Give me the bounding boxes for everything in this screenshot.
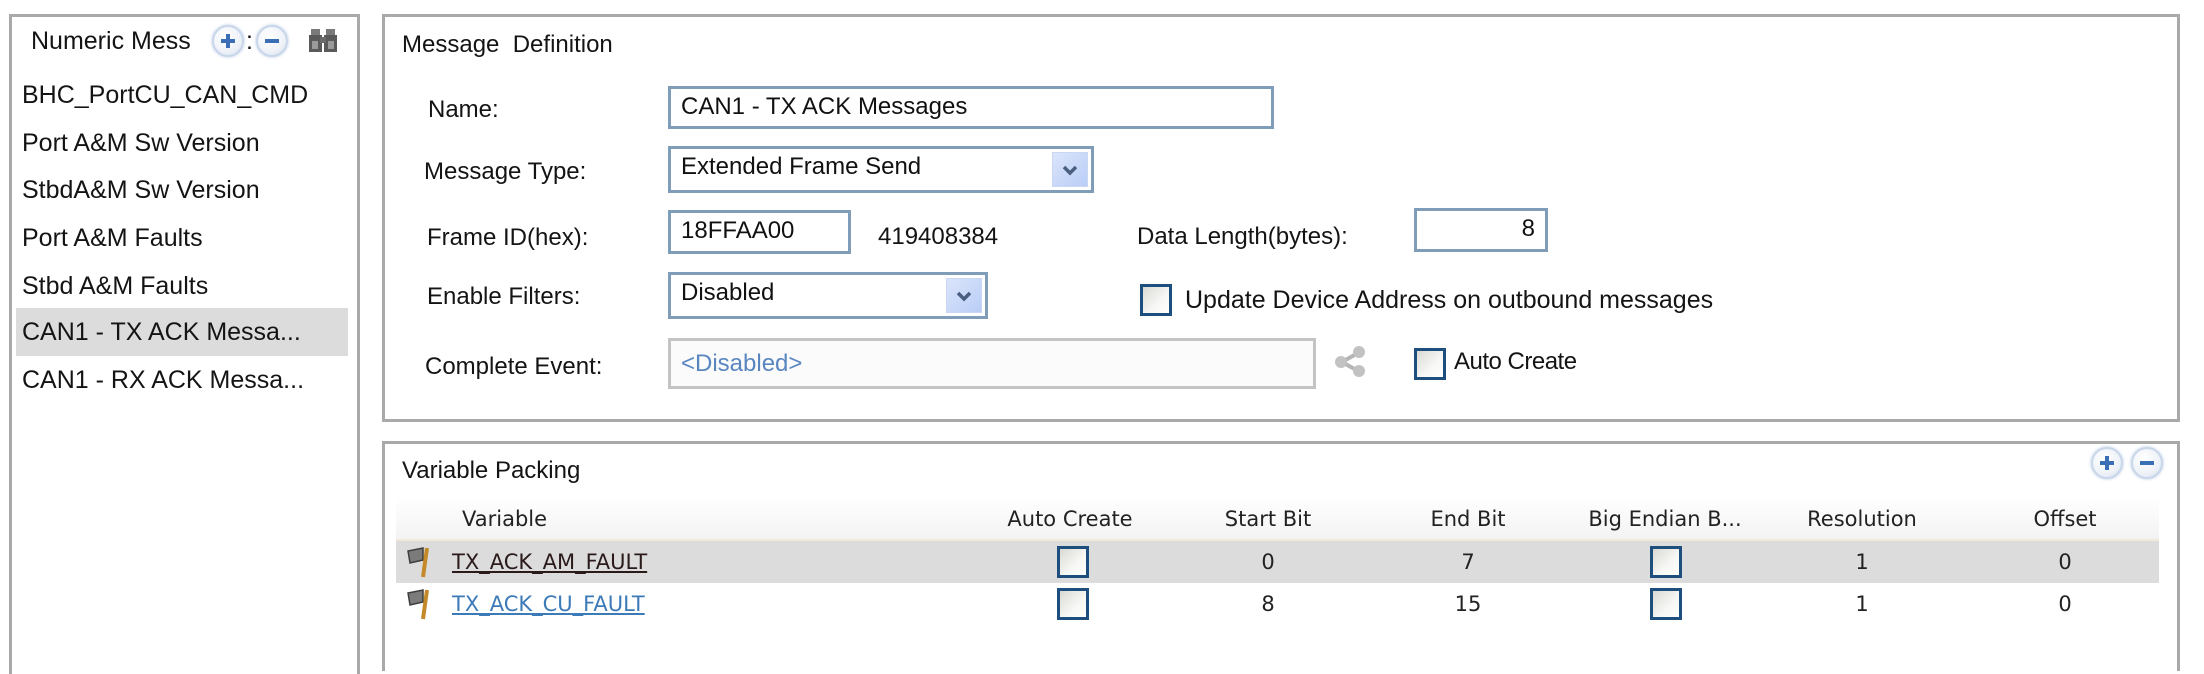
complete-event-label: Complete Event: <box>425 353 603 380</box>
message-list-header: Numeric Mess <box>31 27 191 55</box>
plus-icon <box>221 34 235 48</box>
message-type-dropdown-button[interactable] <box>1052 152 1088 187</box>
frame-id-input[interactable]: 18FFAA00 <box>668 210 851 254</box>
add-message-button[interactable] <box>212 25 244 57</box>
find-message-button[interactable] <box>308 25 338 55</box>
message-list-item[interactable]: BHC_PortCU_CAN_CMD <box>16 71 348 119</box>
column-header-resolution[interactable]: Resolution <box>1772 497 1952 541</box>
auto-create-event-label: Auto Create <box>1454 348 1577 375</box>
enable-filters-select[interactable]: Disabled <box>668 272 988 319</box>
message-type-label: Message Type: <box>424 158 587 185</box>
enable-filters-value: Disabled <box>681 279 775 306</box>
message-list-item-selected[interactable]: CAN1 - TX ACK Messa... <box>16 308 348 356</box>
end-bit-cell[interactable]: 15 <box>1378 583 1558 625</box>
start-bit-cell[interactable]: 8 <box>1178 583 1358 625</box>
start-bit-cell[interactable]: 0 <box>1178 541 1358 583</box>
share-icon <box>1335 346 1365 377</box>
data-length-label: Data Length(bytes): <box>1137 223 1348 250</box>
big-endian-checkbox[interactable] <box>1650 588 1682 620</box>
offset-cell[interactable]: 0 <box>1975 583 2155 625</box>
name-input[interactable]: CAN1 - TX ACK Messages <box>668 86 1274 129</box>
column-header-end-bit[interactable]: End Bit <box>1378 497 1558 541</box>
message-list-item[interactable]: Stbd A&M Faults <box>16 262 348 310</box>
message-list-item[interactable]: CAN1 - RX ACK Messa... <box>16 356 348 404</box>
resolution-cell[interactable]: 1 <box>1772 541 1952 583</box>
message-definition-title: Message Definition <box>402 31 613 58</box>
variable-packing-title: Variable Packing <box>402 457 581 484</box>
minus-icon <box>2140 461 2154 465</box>
update-device-address-label: Update Device Address on outbound messag… <box>1185 286 1714 314</box>
enable-filters-dropdown-button[interactable] <box>946 278 982 313</box>
column-header-offset[interactable]: Offset <box>1975 497 2155 541</box>
frame-id-label: Frame ID(hex): <box>427 224 589 251</box>
auto-create-checkbox[interactable] <box>1057 588 1089 620</box>
message-list-item[interactable]: Port A&M Sw Version <box>16 119 348 167</box>
name-label: Name: <box>428 96 499 123</box>
add-variable-button[interactable] <box>2091 447 2123 479</box>
variable-link[interactable]: TX_ACK_CU_FAULT <box>452 583 645 625</box>
offset-cell[interactable]: 0 <box>1975 541 2155 583</box>
message-type-value: Extended Frame Send <box>681 153 922 180</box>
complete-event-link-button[interactable] <box>1334 345 1366 378</box>
enable-filters-label: Enable Filters: <box>427 283 581 310</box>
message-list-header-sep: : <box>246 27 253 55</box>
data-length-input[interactable]: 8 <box>1414 208 1548 252</box>
column-header-big-endian[interactable]: Big Endian B... <box>1565 497 1765 541</box>
auto-create-checkbox[interactable] <box>1057 546 1089 578</box>
minus-icon <box>265 39 279 43</box>
remove-message-button[interactable] <box>256 25 288 57</box>
remove-variable-button[interactable] <box>2131 447 2163 479</box>
chevron-down-icon <box>956 291 972 301</box>
chevron-down-icon <box>1062 165 1078 175</box>
flag-icon <box>407 589 429 620</box>
message-type-select[interactable]: Extended Frame Send <box>668 146 1094 193</box>
auto-create-event-checkbox[interactable] <box>1414 348 1446 380</box>
complete-event-input[interactable]: <Disabled> <box>668 338 1316 389</box>
message-list-item[interactable]: Port A&M Faults <box>16 214 348 262</box>
column-header-auto-create[interactable]: Auto Create <box>980 497 1160 541</box>
end-bit-cell[interactable]: 7 <box>1378 541 1558 583</box>
binoculars-icon <box>309 29 337 52</box>
plus-icon <box>2100 456 2114 470</box>
flag-icon <box>407 547 429 578</box>
message-list-item[interactable]: StbdA&M Sw Version <box>16 166 348 214</box>
big-endian-checkbox[interactable] <box>1650 546 1682 578</box>
frame-id-decimal: 419408384 <box>878 223 999 250</box>
update-device-address-checkbox[interactable] <box>1140 284 1172 316</box>
column-header-variable[interactable]: Variable <box>462 497 547 541</box>
resolution-cell[interactable]: 1 <box>1772 583 1952 625</box>
column-header-start-bit[interactable]: Start Bit <box>1178 497 1358 541</box>
variable-link[interactable]: TX_ACK_AM_FAULT <box>452 541 647 583</box>
